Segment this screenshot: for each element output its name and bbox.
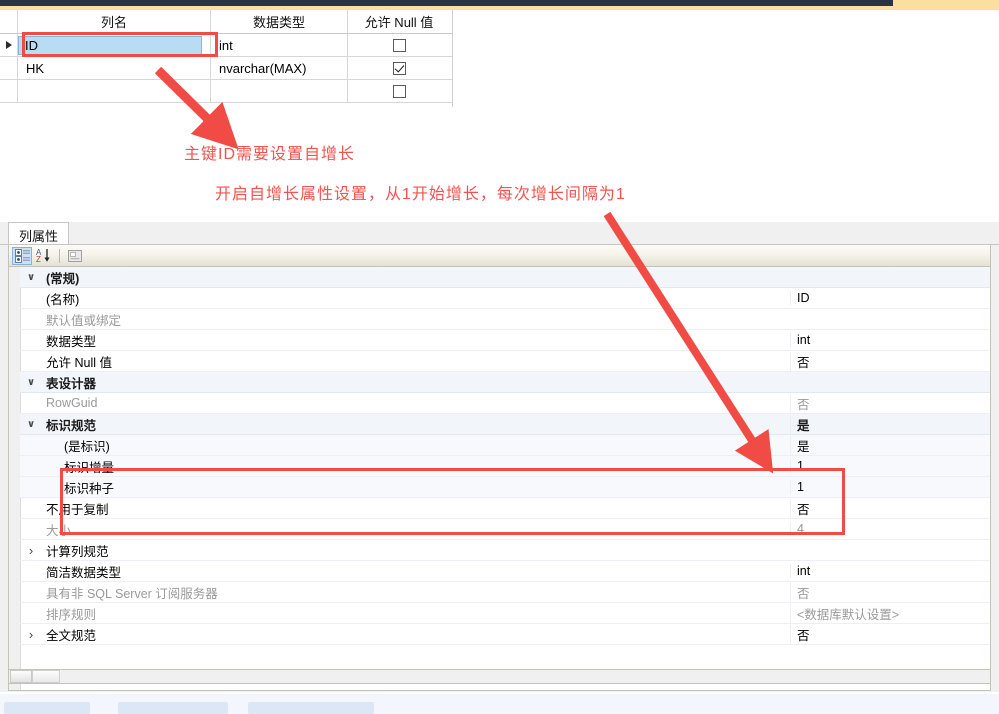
taskbar-item[interactable]: [118, 702, 228, 714]
property-row[interactable]: 全文规范 否: [20, 624, 990, 645]
row-selector[interactable]: [0, 57, 18, 79]
chevron-right-icon[interactable]: [20, 543, 42, 558]
property-value[interactable]: 否: [790, 624, 990, 644]
window-titlebar-strip: [0, 0, 893, 6]
property-value[interactable]: int: [790, 333, 990, 347]
property-category-row[interactable]: (常规): [20, 267, 990, 288]
property-row[interactable]: (是标识) 是: [20, 435, 990, 456]
property-row[interactable]: 允许 Null 值 否: [20, 351, 990, 372]
grid-cell-allow-nulls[interactable]: [348, 80, 450, 102]
chevron-down-icon[interactable]: [20, 377, 42, 388]
property-label: RowGuid: [46, 396, 98, 410]
property-pages-icon: [68, 249, 82, 262]
property-label: (常规): [46, 271, 80, 286]
categorized-icon: [14, 248, 30, 263]
property-value[interactable]: 否: [790, 582, 990, 602]
property-label: 计算列规范: [46, 544, 109, 559]
grid-header-selector: [0, 10, 18, 33]
current-row-arrow-icon: [5, 41, 12, 49]
property-label: 具有非 SQL Server 订阅服务器: [46, 586, 218, 601]
property-value[interactable]: ID: [790, 291, 990, 305]
toolbar-separator: [59, 248, 60, 263]
grid-header-data-type[interactable]: 数据类型: [211, 10, 348, 33]
property-value[interactable]: 是: [790, 435, 990, 455]
annotation-text-primary-key: 主键ID需要设置自增长: [184, 146, 356, 163]
property-label: 全文规范: [46, 628, 97, 643]
property-label: 排序规则: [46, 607, 97, 622]
grid-cell-data-type[interactable]: nvarchar(MAX): [211, 57, 348, 79]
property-category-row[interactable]: 表设计器: [20, 372, 990, 393]
property-value[interactable]: 否: [790, 393, 990, 413]
property-row[interactable]: 数据类型 int: [20, 330, 990, 351]
chevron-down-icon[interactable]: [20, 419, 42, 430]
table-designer-grid[interactable]: 列名 数据类型 允许 Null 值 ID int HK nvarchar(MAX…: [0, 10, 453, 107]
grid-cell-data-type-text: int: [219, 37, 233, 53]
properties-toolbar: A Z: [8, 245, 991, 267]
annotation-text-identity-settings: 开启自增长属性设置，从1开始增长，每次增长间隔为1: [215, 186, 626, 203]
properties-rows: (常规)(名称)ID默认值或绑定数据类型int允许 Null 值否表设计器Row…: [20, 267, 990, 645]
property-category-row[interactable]: 标识规范 是: [20, 414, 990, 435]
property-label: 简洁数据类型: [46, 565, 122, 580]
grid-header-row: 列名 数据类型 允许 Null 值: [0, 10, 452, 34]
property-pages-button[interactable]: [65, 247, 85, 265]
property-value[interactable]: 是: [790, 414, 990, 434]
taskbar-item[interactable]: [4, 702, 90, 714]
grid-header-allow-nulls[interactable]: 允许 Null 值: [348, 10, 450, 33]
property-label: (是标识): [64, 439, 110, 454]
scrollbar-thumb-left[interactable]: [10, 670, 32, 683]
row-selector-current[interactable]: [0, 34, 18, 56]
property-row[interactable]: (名称) ID: [20, 288, 990, 309]
property-row[interactable]: 简洁数据类型 int: [20, 561, 990, 582]
screenshot-root: 列名 数据类型 允许 Null 值 ID int HK nvarchar(MAX…: [0, 0, 999, 714]
property-label: 表设计器: [46, 376, 97, 391]
property-label: 允许 Null 值: [46, 355, 112, 370]
property-value[interactable]: 否: [790, 351, 990, 371]
scrollbar-thumb[interactable]: [32, 670, 60, 683]
grid-cell-allow-nulls[interactable]: [348, 34, 450, 56]
property-label: 数据类型: [46, 334, 97, 349]
categorized-view-button[interactable]: [12, 246, 32, 265]
chevron-right-icon[interactable]: [20, 627, 42, 642]
alphabetical-sort-button[interactable]: A Z: [34, 247, 54, 265]
properties-horizontal-scrollbar[interactable]: [8, 669, 991, 684]
grid-cell-data-type[interactable]: [211, 80, 348, 102]
annotation-box-identity-rows: [60, 468, 845, 535]
taskbar-item[interactable]: [248, 702, 374, 714]
tab-column-properties[interactable]: 列属性: [8, 222, 70, 244]
grid-cell-column-name[interactable]: HK: [18, 57, 211, 79]
grid-cell-data-type[interactable]: int: [211, 34, 348, 56]
svg-text:Z: Z: [36, 255, 41, 263]
properties-tabstrip: 列属性: [0, 222, 999, 245]
property-label: 标识规范: [46, 418, 97, 433]
property-label: (名称): [46, 292, 80, 307]
property-row[interactable]: 排序规则 <数据库默认设置>: [20, 603, 990, 624]
grid-cell-allow-nulls[interactable]: [348, 57, 450, 79]
property-row[interactable]: RowGuid 否: [20, 393, 990, 414]
allow-nulls-checkbox[interactable]: [392, 61, 406, 75]
row-selector[interactable]: [0, 80, 18, 102]
property-value[interactable]: <数据库默认设置>: [790, 603, 990, 623]
sort-az-icon: A Z: [36, 248, 50, 263]
column-properties-panel: 列属性 A Z ∨ (常规) (名称) ID 默认值或绑定 数据类型 int 允…: [0, 222, 999, 692]
taskbar: [0, 694, 999, 714]
allow-nulls-checkbox[interactable]: [392, 84, 406, 98]
grid-cell-column-name[interactable]: [18, 80, 211, 102]
property-value[interactable]: int: [790, 564, 990, 578]
property-row[interactable]: 具有非 SQL Server 订阅服务器 否: [20, 582, 990, 603]
grid-cell-column-name-text: HK: [26, 60, 45, 76]
property-label: 默认值或绑定: [46, 313, 122, 328]
annotation-box-id-cell: [22, 32, 218, 57]
grid-header-column-name[interactable]: 列名: [18, 10, 211, 33]
property-row[interactable]: 计算列规范: [20, 540, 990, 561]
allow-nulls-checkbox[interactable]: [392, 38, 406, 52]
table-row[interactable]: HK nvarchar(MAX): [0, 57, 452, 80]
table-row-empty[interactable]: [0, 80, 452, 103]
property-row[interactable]: 默认值或绑定: [20, 309, 990, 330]
grid-cell-data-type-text: nvarchar(MAX): [219, 60, 307, 76]
chevron-down-icon[interactable]: [20, 272, 42, 283]
